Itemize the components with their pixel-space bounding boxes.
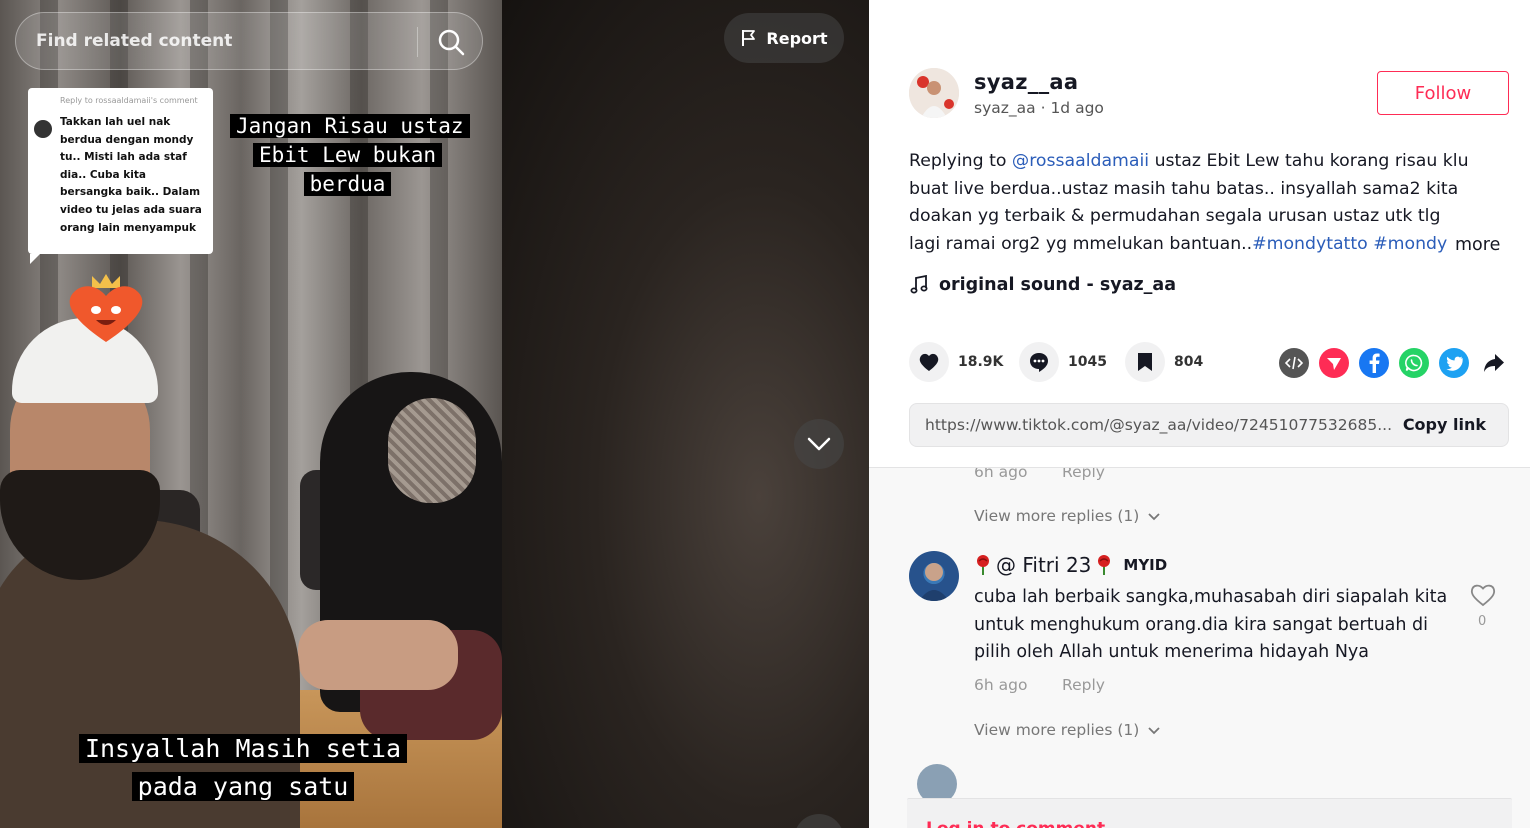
- twitter-icon[interactable]: [1439, 348, 1469, 378]
- reply-sticker-title: Reply to rossaaldamaii's comment: [60, 96, 198, 105]
- search-divider: [417, 27, 418, 57]
- rose-icon: [1098, 555, 1111, 575]
- comment-button[interactable]: [1019, 342, 1059, 382]
- music-link[interactable]: original sound - syaz_aa: [909, 275, 1176, 295]
- comment-avatar[interactable]: [909, 551, 959, 601]
- comment-username[interactable]: @ Fitri 23 MYID: [974, 553, 1167, 577]
- save-count: 804: [1174, 354, 1204, 370]
- reply-comment-sticker: Reply to rossaaldamaii's comment Takkan …: [28, 88, 213, 264]
- author-username[interactable]: syaz_aa: [974, 99, 1036, 117]
- heart-icon: [919, 353, 939, 371]
- video-blurred-background: [502, 0, 869, 828]
- like-action: 18.9K: [909, 342, 1003, 382]
- comment-like-heart-icon[interactable]: [1469, 582, 1497, 608]
- video-person-woman-arm: [298, 620, 458, 690]
- video-link-url[interactable]: https://www.tiktok.com/@syaz_aa/video/72…: [925, 416, 1392, 434]
- share-arrow-icon[interactable]: [1479, 348, 1509, 378]
- copy-link-button[interactable]: Copy link: [1403, 415, 1486, 434]
- video-area[interactable]: Reply to rossaaldamaii's comment Takkan …: [0, 0, 869, 828]
- actions-row: 18.9K 1045 804: [909, 342, 1509, 384]
- music-title: original sound - syaz_aa: [939, 275, 1177, 295]
- video-info-panel: syaz__aa syaz_aa · 1d ago Follow Replyin…: [869, 0, 1530, 828]
- view-more-replies-button[interactable]: View more replies (1): [974, 721, 1161, 739]
- bookmark-icon: [1138, 353, 1152, 371]
- comment-reply-button[interactable]: Reply: [1062, 468, 1105, 481]
- like-count: 18.9K: [958, 354, 1004, 370]
- video-caption-top: Jangan Risau ustaz Ebit Lew bukan berdua: [226, 110, 470, 201]
- report-button[interactable]: Report: [724, 13, 844, 63]
- heart-sticker-icon: [69, 274, 143, 342]
- view-more-replies-label: View more replies (1): [974, 507, 1140, 525]
- follow-button[interactable]: Follow: [1377, 71, 1509, 115]
- copy-link-box: https://www.tiktok.com/@syaz_aa/video/72…: [909, 403, 1509, 447]
- author-display-name[interactable]: syaz__aa: [974, 70, 1078, 94]
- avatar-image: [919, 563, 949, 601]
- comment-time: 6h ago: [974, 467, 1028, 481]
- flag-icon: [742, 30, 756, 46]
- view-more-replies-button[interactable]: View more replies (1): [974, 507, 1161, 525]
- video-description: Replying to @rossaaldamaii ustaz Ebit Le…: [909, 151, 1469, 255]
- comment-action: 1045: [1019, 342, 1107, 382]
- video-caption-bottom: Insyallah Masih setia pada yang satu: [78, 730, 408, 806]
- comment-icon: [1030, 353, 1048, 372]
- post-time: 1d ago: [1050, 99, 1104, 117]
- author-row: syaz__aa syaz_aa · 1d ago Follow: [909, 68, 1509, 122]
- like-button[interactable]: [909, 342, 949, 382]
- comments-list[interactable]: 6h ago Reply View more replies (1) @ Fit…: [869, 467, 1530, 828]
- chevron-down-icon: [807, 437, 831, 451]
- comment-user-tag: MYID: [1123, 556, 1168, 574]
- view-more-replies-label: View more replies (1): [974, 721, 1140, 739]
- save-button[interactable]: [1125, 342, 1165, 382]
- report-label: Report: [766, 28, 828, 48]
- send-to-friends-icon[interactable]: [1319, 348, 1349, 378]
- save-action: 804: [1125, 342, 1203, 382]
- avatar-image: [909, 68, 959, 118]
- comment-reply-button[interactable]: Reply: [1062, 676, 1105, 694]
- comment-text: cuba lah berbaik sangka,muhasabah diri s…: [974, 587, 1448, 663]
- video-person-woman-face: [388, 398, 476, 503]
- chevron-down-icon: [1148, 726, 1160, 734]
- mention-link[interactable]: @rossaaldamaii: [1012, 151, 1149, 171]
- embed-icon[interactable]: [1279, 348, 1309, 378]
- hashtag-link[interactable]: #mondytatto: [1252, 234, 1368, 254]
- comment-like-count: 0: [1478, 614, 1487, 629]
- search-bar[interactable]: [15, 12, 483, 70]
- whatsapp-icon[interactable]: [1399, 348, 1429, 378]
- search-icon[interactable]: [436, 27, 466, 57]
- author-meta: syaz_aa · 1d ago: [974, 99, 1104, 117]
- chevron-down-icon: [1148, 512, 1160, 520]
- reply-sticker-text: Takkan lah uel nak berdua dengan mondy t…: [60, 116, 202, 234]
- login-to-comment-bar[interactable]: Log in to comment: [907, 798, 1512, 828]
- reply-sticker-avatar: [34, 120, 52, 138]
- login-to-comment-link[interactable]: Log in to comment: [926, 819, 1105, 828]
- facebook-icon[interactable]: [1359, 348, 1389, 378]
- next-video-button[interactable]: [794, 419, 844, 469]
- hashtag-link[interactable]: #mondy: [1373, 234, 1447, 254]
- comment-count: 1045: [1068, 354, 1107, 370]
- rose-icon: [977, 555, 989, 575]
- description-more-button[interactable]: more: [1455, 235, 1500, 255]
- video-player[interactable]: Reply to rossaaldamaii's comment Takkan …: [0, 0, 502, 828]
- author-avatar[interactable]: [909, 68, 959, 118]
- music-note-icon: [910, 275, 928, 294]
- search-input[interactable]: [36, 27, 416, 55]
- comment-time: 6h ago: [974, 676, 1028, 694]
